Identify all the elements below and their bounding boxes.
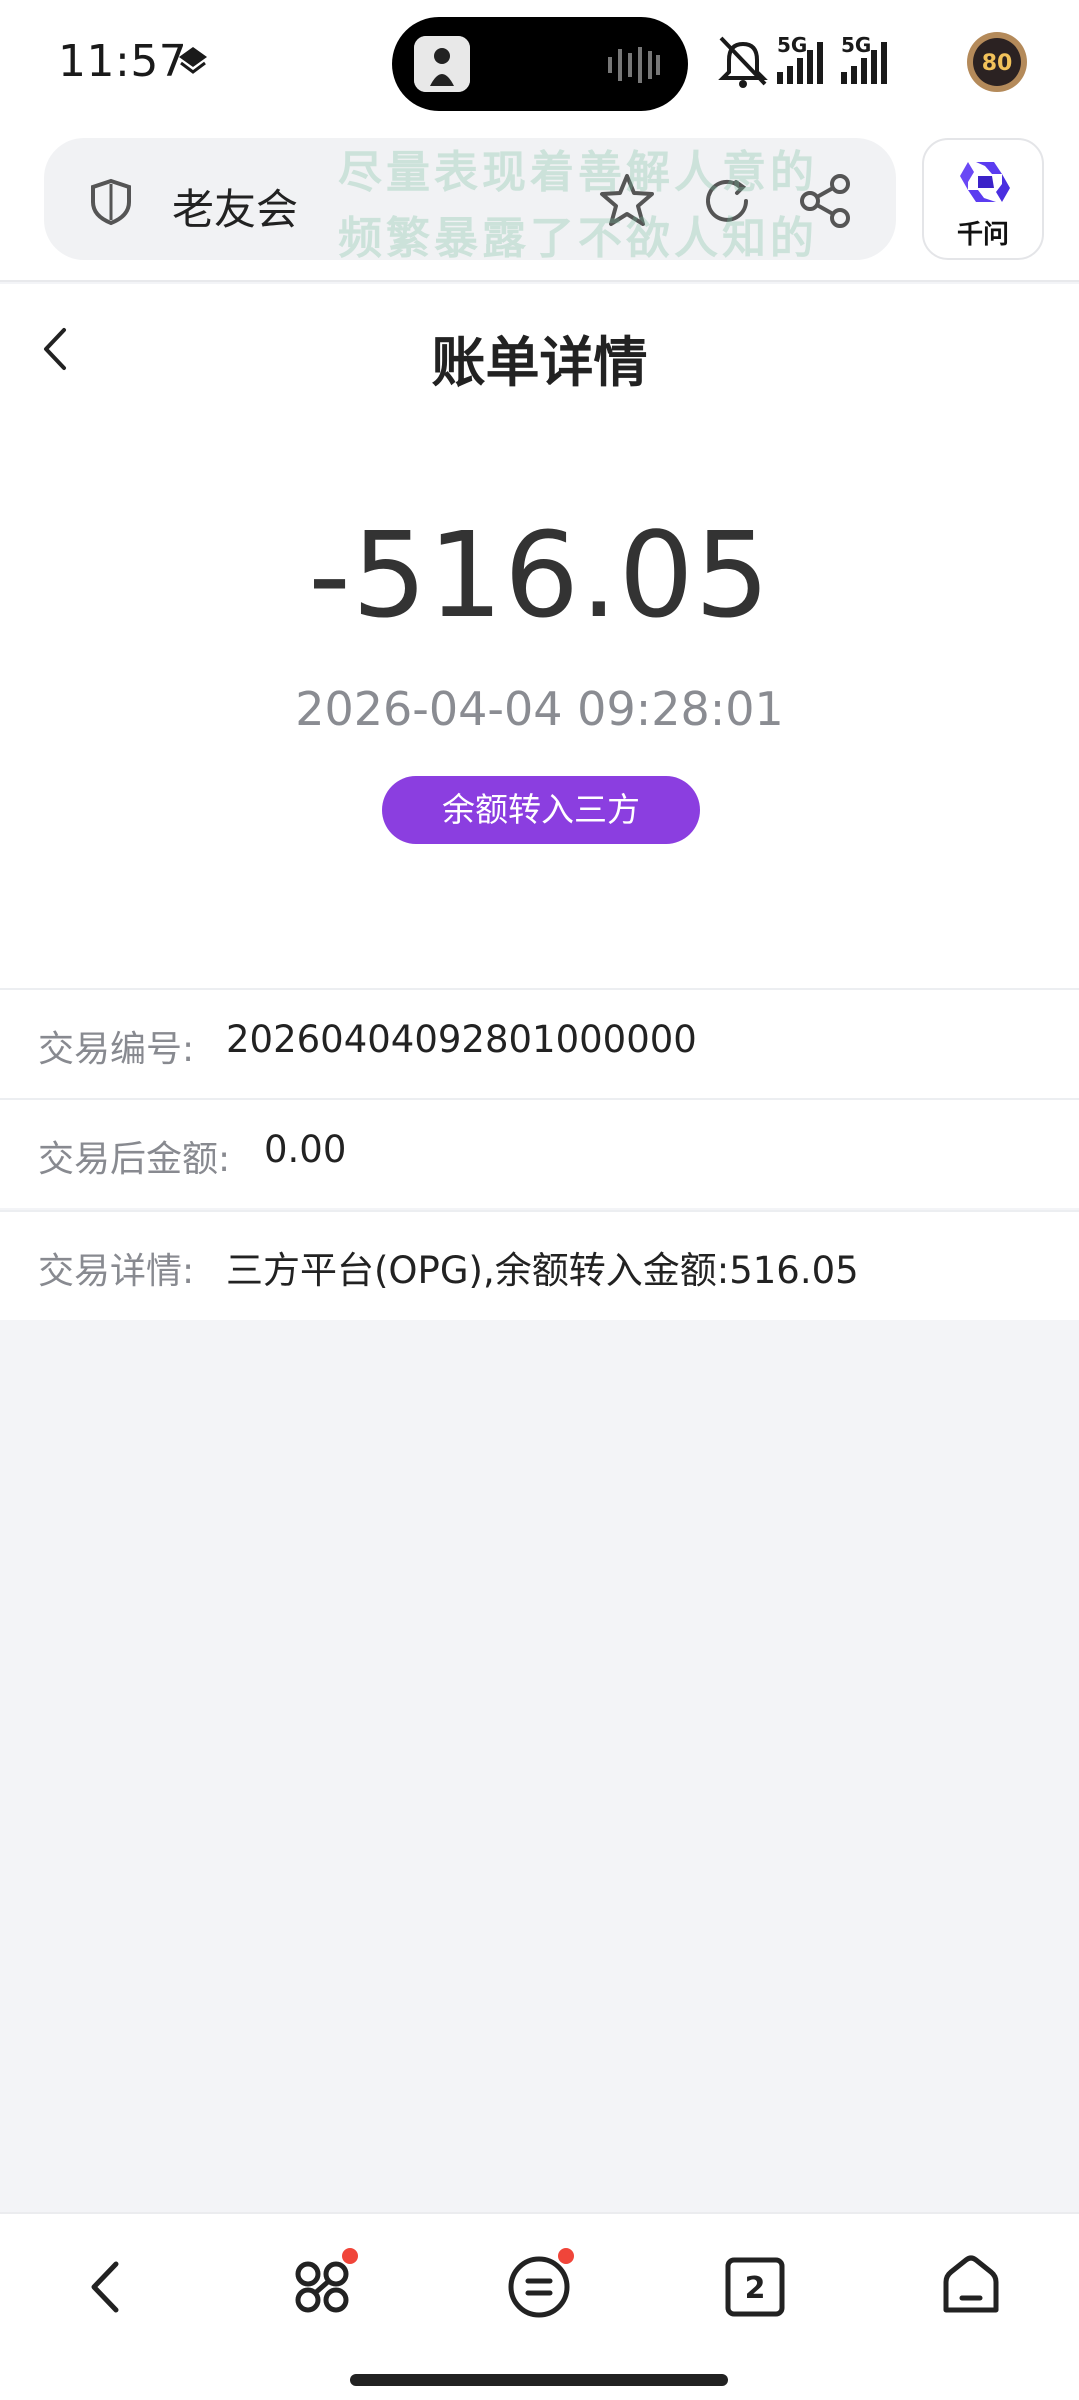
address-bar[interactable]: 老友会 尽量表现着善解人意的 频繁暴露了不欲人知的 (44, 138, 896, 264)
detail-row-transaction-details: 交易详情: 三方平台(OPG),余额转入金额:516.05 (0, 1212, 1079, 1320)
transaction-type-badge: 余额转入三方 (382, 776, 700, 844)
site-name[interactable]: 老友会 (172, 176, 298, 237)
nav-back-icon[interactable] (72, 2252, 142, 2322)
detail-row-transaction-id: 交易编号: 20260404092801000000 (0, 990, 1079, 1098)
audio-wave-icon (608, 47, 660, 83)
ai-assistant-label: 千问 (956, 220, 1009, 250)
dynamic-island[interactable] (392, 17, 688, 111)
detail-value: 0.00 (264, 1128, 347, 1171)
detail-value: 三方平台(OPG),余额转入金额:516.05 (226, 1249, 859, 1292)
status-icons: 5G 5G 80 (718, 32, 1027, 92)
notification-dot (342, 2248, 358, 2264)
page-title: 账单详情 (431, 331, 648, 394)
reload-icon[interactable] (700, 174, 754, 228)
screen: 11:57 5G 5G 80 老友会 尽量表现着善解人意的 频繁暴露了不欲人知的… (0, 0, 1079, 2400)
transaction-summary: -516.05 2026-04-04 09:28:01 余额转入三方 (0, 416, 1079, 988)
transaction-datetime: 2026-04-04 09:28:01 (295, 682, 784, 736)
browser-bottom-nav: 2 (0, 2212, 1079, 2400)
tabs-icon: 2 (725, 2257, 785, 2317)
page-header: 账单详情 (0, 284, 1079, 416)
mute-bell-icon (718, 36, 768, 88)
transaction-amount: -516.05 (308, 506, 771, 644)
browser-toolbar: 老友会 尽量表现着善解人意的 频繁暴露了不欲人知的 千问 (0, 124, 1079, 282)
shield-icon[interactable] (88, 178, 134, 226)
detail-value: 20260404092801000000 (226, 1018, 697, 1061)
detail-row-balance-after: 交易后金额: 0.00 (0, 1100, 1079, 1208)
detail-label: 交易详情: (38, 1251, 195, 1292)
detail-label: 交易后金额: (38, 1139, 231, 1180)
home-indicator[interactable] (350, 2374, 728, 2386)
notification-dot (558, 2248, 574, 2264)
star-icon[interactable] (598, 172, 656, 230)
detail-label: 交易编号: (38, 1029, 195, 1070)
share-icon[interactable] (798, 174, 852, 228)
ai-assistant-button[interactable]: 千问 (922, 138, 1044, 260)
media-thumbnail[interactable] (414, 36, 470, 92)
status-time: 11:57 (58, 36, 188, 87)
nav-home-icon[interactable] (936, 2252, 1006, 2322)
layers-icon (179, 47, 207, 74)
svg-text:5G: 5G (777, 33, 807, 57)
svg-text:80: 80 (982, 51, 1013, 76)
nav-tabs-button[interactable]: 2 (720, 2252, 790, 2322)
svg-text:5G: 5G (841, 33, 871, 57)
status-bar: 11:57 5G 5G 80 (0, 0, 1079, 124)
svg-text:2: 2 (745, 2271, 766, 2306)
qianwen-logo-icon (960, 162, 1010, 202)
